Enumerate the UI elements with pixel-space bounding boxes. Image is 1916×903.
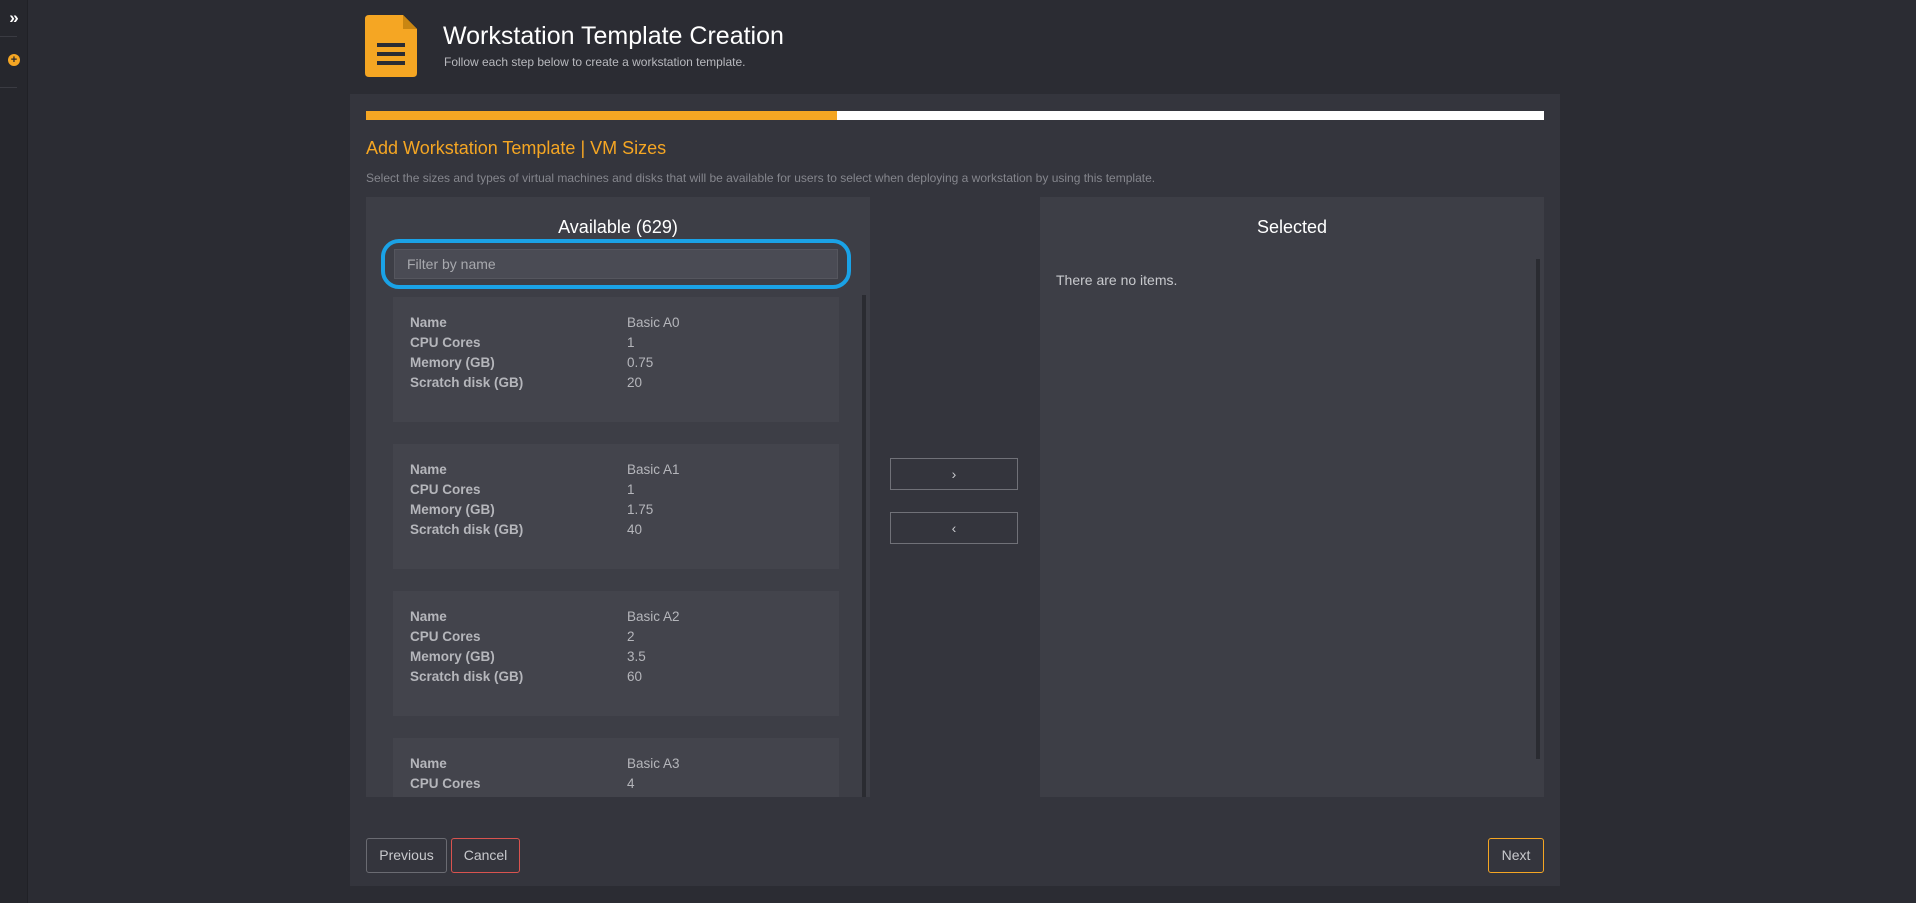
item-field-label: CPU Cores (410, 629, 481, 644)
plus-circle-icon[interactable]: + (8, 54, 20, 66)
item-field-label: Memory (GB) (410, 355, 495, 370)
previous-button[interactable]: Previous (366, 838, 447, 873)
add-to-selected-button[interactable]: › (890, 458, 1018, 490)
list-item[interactable]: Name Basic A3 CPU Cores 4 (393, 738, 839, 797)
item-field-value: 0.75 (627, 355, 654, 370)
selected-title: Selected (1256, 217, 1328, 237)
item-field-value: 1.75 (627, 502, 654, 517)
document-icon (365, 15, 417, 77)
sidebar-divider (0, 87, 17, 88)
item-field-value: 3.5 (627, 649, 646, 664)
progress-bar (366, 111, 1544, 120)
page-title: Workstation Template Creation (443, 22, 784, 50)
item-field-label: Scratch disk (GB) (410, 669, 524, 684)
sidebar: » + (0, 0, 28, 903)
item-field-value: 20 (627, 375, 643, 390)
filter-input[interactable] (394, 249, 838, 279)
item-field-label: CPU Cores (410, 482, 481, 497)
step-description: Select the sizes and types of virtual ma… (366, 171, 1156, 185)
list-item[interactable]: Name Basic A1 CPU Cores 1 Memory (GB) 1.75 Scr… (393, 444, 839, 569)
item-field-value: Basic A0 (627, 315, 680, 330)
chevron-double-right-icon[interactable]: » (4, 8, 24, 28)
item-field-value: 1 (627, 335, 635, 350)
wizard-panel: Add Workstation Template | VM Sizes Sele… (350, 94, 1560, 886)
item-field-label: CPU Cores (410, 776, 481, 791)
available-list-panel: Available (629) Name Basic A0 CPU Cores 1 Me… (366, 197, 870, 797)
item-field-label: CPU Cores (410, 335, 481, 350)
filter-highlight (381, 239, 851, 289)
item-field-label: Scratch disk (GB) (410, 522, 524, 537)
progress-fill (366, 111, 838, 120)
empty-message: There are no items. (1056, 272, 1178, 288)
item-field-label: Name (410, 315, 447, 330)
list-item[interactable]: Name Basic A2 CPU Cores 2 Memory (GB) 3.5 Scra… (393, 591, 839, 716)
item-field-label: Name (410, 756, 447, 771)
item-field-value: Basic A2 (627, 609, 680, 624)
scrollbar-track[interactable] (862, 295, 866, 797)
scrollbar-track[interactable] (1536, 259, 1540, 759)
item-field-value: 60 (627, 669, 643, 684)
cancel-button[interactable]: Cancel (451, 838, 520, 873)
item-field-label: Name (410, 609, 447, 624)
item-field-value: Basic A1 (627, 462, 680, 477)
item-field-value: 2 (627, 629, 635, 644)
sidebar-divider (0, 36, 17, 37)
item-field-label: Scratch disk (GB) (410, 375, 524, 390)
step-title: Add Workstation Template | VM Sizes (366, 138, 667, 158)
item-field-value: 40 (627, 522, 643, 537)
item-field-value: 4 (627, 776, 635, 791)
item-field-value: 1 (627, 482, 635, 497)
item-field-label: Name (410, 462, 447, 477)
next-button[interactable]: Next (1488, 838, 1544, 873)
list-item[interactable]: Name Basic A0 CPU Cores 1 Memory (GB) 0.75 Scr… (393, 297, 839, 422)
item-field-label: Memory (GB) (410, 502, 495, 517)
remove-from-selected-button[interactable]: ‹ (890, 512, 1018, 544)
item-field-value: Basic A3 (627, 756, 680, 771)
item-field-label: Memory (GB) (410, 649, 495, 664)
available-title: Available (629) (558, 217, 678, 237)
page-subtitle: Follow each step below to create a works… (444, 55, 746, 69)
available-items-list[interactable]: Name Basic A0 CPU Cores 1 Memory (GB) 0.75 Scr… (366, 297, 870, 797)
selected-list-panel: Selected There are no items. (1040, 197, 1544, 797)
